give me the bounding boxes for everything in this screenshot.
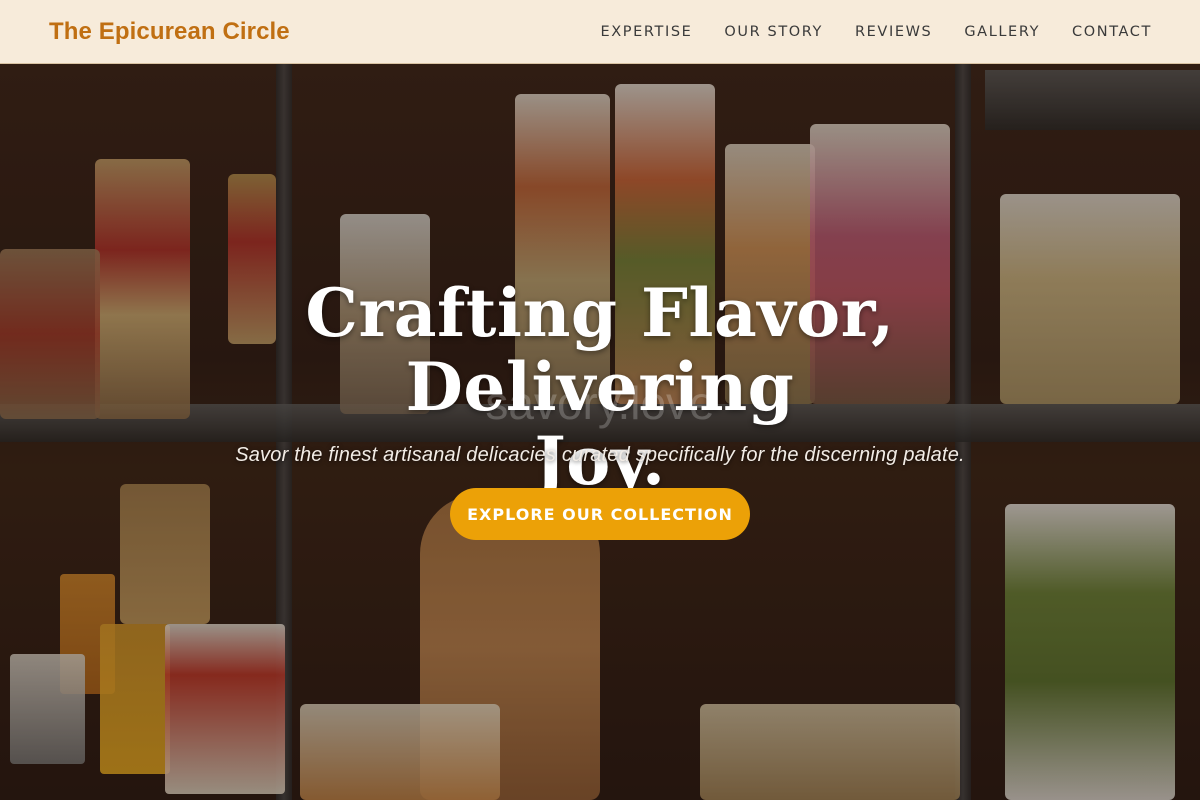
brand-logo[interactable]: The Epicurean Circle — [49, 18, 290, 46]
nav-expertise[interactable]: EXPERTISE — [600, 24, 692, 40]
explore-collection-button[interactable]: EXPLORE OUR COLLECTION — [450, 488, 750, 540]
nav-gallery[interactable]: GALLERY — [964, 24, 1040, 40]
nav-our-story[interactable]: OUR STORY — [724, 24, 823, 40]
hero-subtitle: Savor the finest artisanal delicacies cu… — [235, 444, 965, 466]
nav-reviews[interactable]: REVIEWS — [855, 24, 932, 40]
main-nav: EXPERTISE OUR STORY REVIEWS GALLERY CONT… — [600, 24, 1152, 40]
watermark-text: savory.love — [485, 377, 715, 429]
hero-content: Crafting Flavor, Delivering Joy. savory.… — [0, 64, 1200, 800]
site-header: The Epicurean Circle EXPERTISE OUR STORY… — [0, 0, 1200, 64]
nav-contact[interactable]: CONTACT — [1072, 24, 1152, 40]
